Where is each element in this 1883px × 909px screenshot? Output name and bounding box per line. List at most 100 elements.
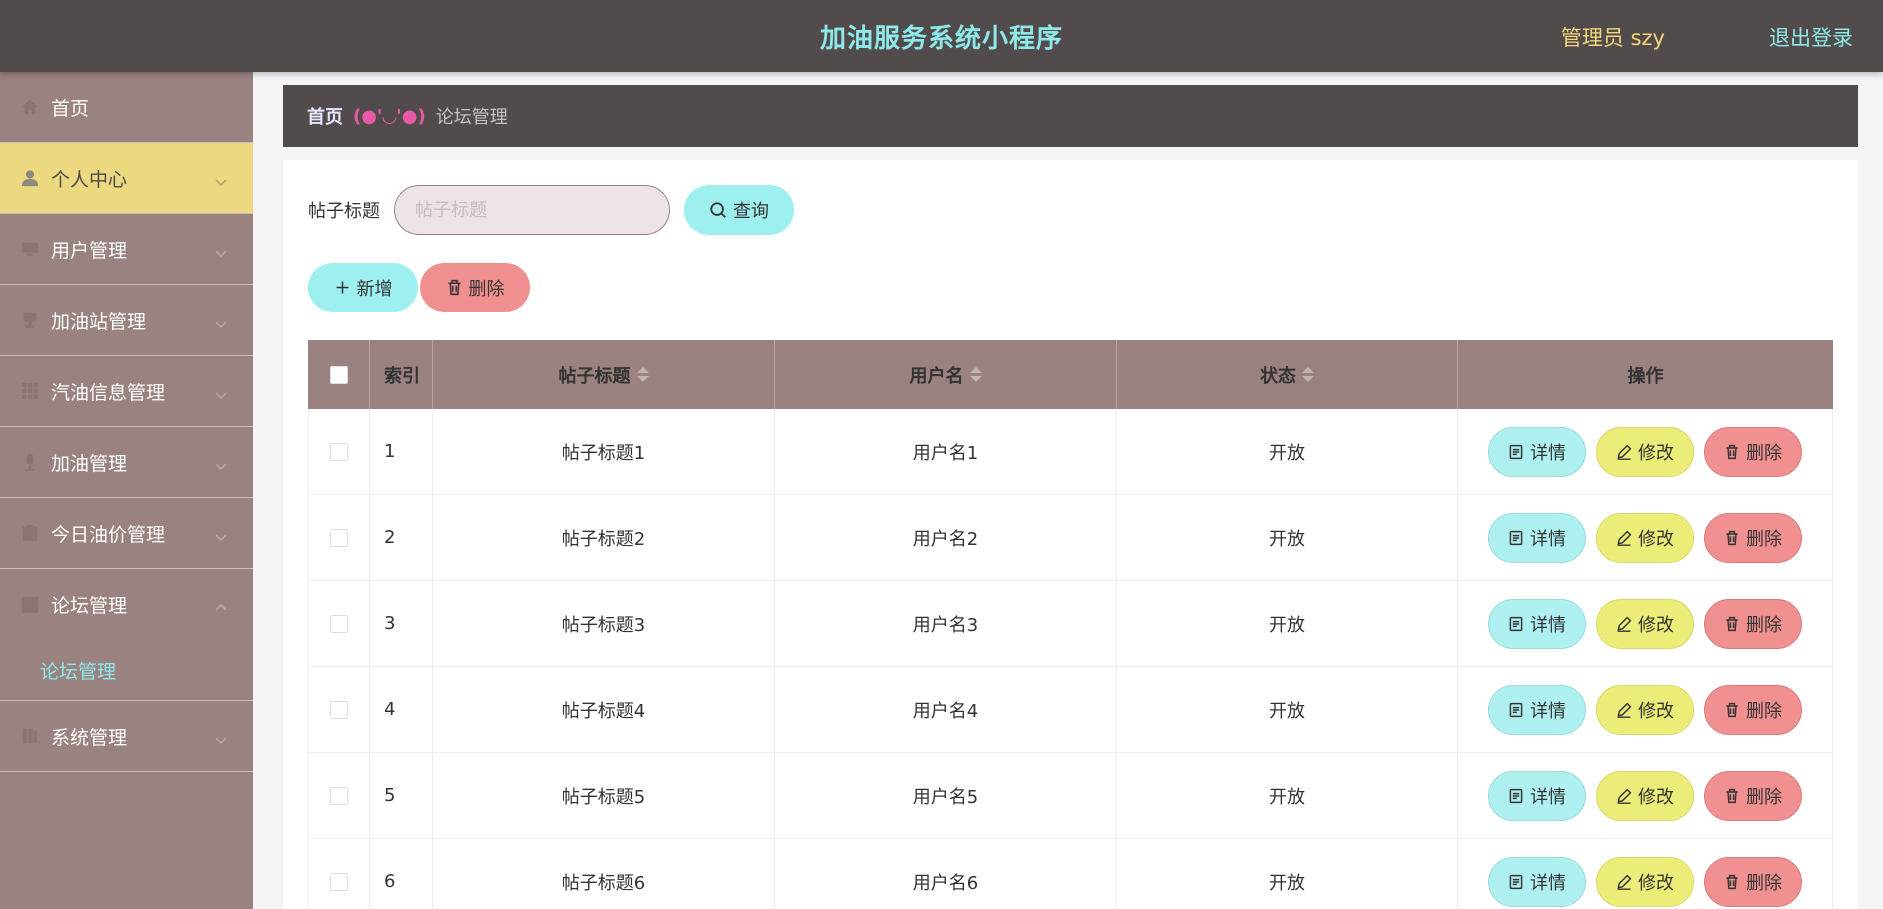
edit-button[interactable]: 修改: [1596, 856, 1694, 907]
delete-label: 删除: [1746, 872, 1782, 894]
detail-button[interactable]: 详情: [1488, 512, 1586, 563]
query-button[interactable]: 查询: [684, 185, 794, 235]
action-row: 新增 删除: [308, 263, 530, 312]
sidebar-item-personal-center[interactable]: 个人中心: [0, 143, 253, 214]
row-username: 用户名6: [775, 839, 1117, 909]
row-status: 开放: [1117, 409, 1458, 494]
search-input[interactable]: [394, 185, 670, 235]
delete-button[interactable]: 删除: [1704, 426, 1802, 477]
row-actions: 详情 修改 删除: [1458, 753, 1833, 838]
admin-username: 管理员 szy: [1560, 26, 1665, 50]
header-username[interactable]: 用户名: [775, 340, 1117, 409]
row-actions: 详情 修改 删除: [1458, 581, 1833, 666]
sidebar-subitem-forum[interactable]: 论坛管理: [0, 640, 253, 701]
add-button[interactable]: 新增: [308, 263, 418, 312]
trash-icon: [1726, 788, 1738, 803]
document-icon: [1509, 874, 1523, 889]
trophy-icon: [21, 311, 39, 329]
row-actions: 详情 修改 删除: [1458, 495, 1833, 580]
sort-icon[interactable]: [969, 367, 982, 382]
delete-button[interactable]: 删除: [1704, 856, 1802, 907]
logout-link[interactable]: 退出登录: [1769, 22, 1853, 52]
edit-button[interactable]: 修改: [1596, 684, 1694, 735]
edit-button[interactable]: 修改: [1596, 770, 1694, 821]
row-checkbox[interactable]: [330, 872, 348, 891]
sidebar-item-label: 系统管理: [51, 726, 128, 749]
book-icon: [21, 727, 39, 745]
home-icon: [21, 98, 39, 116]
content-panel: 帖子标题 查询 新增 删除 索引 帖子标题 用户名 状态 操作 1 帖子标题1: [283, 160, 1858, 909]
row-checkbox[interactable]: [330, 442, 348, 461]
row-status: 开放: [1117, 581, 1458, 666]
delete-button[interactable]: 删除: [1704, 598, 1802, 649]
row-actions: 详情 修改 删除: [1458, 667, 1833, 752]
row-checkbox[interactable]: [330, 700, 348, 719]
sidebar-item-label: 今日油价管理: [51, 523, 166, 546]
header-title[interactable]: 帖子标题: [433, 340, 775, 409]
sidebar-item-label: 首页: [51, 97, 90, 120]
row-title: 帖子标题5: [433, 753, 775, 838]
header-index: 索引: [370, 340, 433, 409]
trash-icon: [1726, 444, 1738, 459]
delete-button[interactable]: 删除: [1704, 684, 1802, 735]
edit-label: 修改: [1638, 872, 1674, 894]
row-checkbox-cell: [308, 753, 370, 838]
person-icon: [21, 169, 39, 187]
table-row: 4 帖子标题4 用户名4 开放 详情 修改 删除: [308, 667, 1833, 753]
chevron-down-icon: [215, 526, 227, 542]
breadcrumb-home[interactable]: 首页: [307, 103, 343, 129]
row-checkbox[interactable]: [330, 786, 348, 805]
edit-button[interactable]: 修改: [1596, 426, 1694, 477]
sort-icon[interactable]: [636, 367, 649, 382]
detail-button[interactable]: 详情: [1488, 684, 1586, 735]
chevron-down-icon: [215, 171, 227, 187]
sidebar-item-gasoline-info[interactable]: 汽油信息管理: [0, 356, 253, 427]
row-index: 3: [370, 581, 433, 666]
sidebar-item-label: 加油站管理: [51, 310, 147, 333]
detail-button[interactable]: 详情: [1488, 426, 1586, 477]
batch-delete-button[interactable]: 删除: [420, 263, 530, 312]
sidebar-item-home[interactable]: 首页: [0, 72, 253, 143]
detail-button[interactable]: 详情: [1488, 770, 1586, 821]
sidebar-item-system[interactable]: 系统管理: [0, 701, 253, 772]
row-checkbox-cell: [308, 409, 370, 494]
sidebar-item-user-management[interactable]: 用户管理: [0, 214, 253, 285]
sidebar-item-forum[interactable]: 论坛管理: [0, 569, 253, 640]
document-icon: [1509, 530, 1523, 545]
detail-label: 详情: [1530, 700, 1566, 722]
sidebar-item-refuel-management[interactable]: 加油管理: [0, 427, 253, 498]
document-icon: [1509, 788, 1523, 803]
row-status: 开放: [1117, 753, 1458, 838]
delete-label: 删除: [1746, 700, 1782, 722]
header-title-label: 帖子标题: [558, 365, 631, 387]
row-index: 4: [370, 667, 433, 752]
row-index: 6: [370, 839, 433, 909]
header-actions: 操作: [1627, 365, 1664, 387]
detail-button[interactable]: 详情: [1488, 856, 1586, 907]
row-status: 开放: [1117, 495, 1458, 580]
row-index: 2: [370, 495, 433, 580]
edit-button[interactable]: 修改: [1596, 598, 1694, 649]
sidebar-item-oil-price[interactable]: 今日油价管理: [0, 498, 253, 569]
chevron-down-icon: [215, 242, 227, 258]
document-icon: [1509, 616, 1523, 631]
edit-button[interactable]: 修改: [1596, 512, 1694, 563]
delete-label: 删除: [1746, 786, 1782, 808]
row-checkbox[interactable]: [330, 614, 348, 633]
row-username: 用户名1: [775, 409, 1117, 494]
header-checkbox-cell: [308, 340, 370, 409]
sort-icon[interactable]: [1302, 367, 1314, 382]
sidebar-item-label: 汽油信息管理: [51, 381, 166, 404]
delete-button[interactable]: 删除: [1704, 512, 1802, 563]
header-status[interactable]: 状态: [1117, 340, 1458, 409]
select-all-checkbox[interactable]: [329, 365, 348, 384]
row-index: 1: [370, 409, 433, 494]
delete-button[interactable]: 删除: [1704, 770, 1802, 821]
detail-button[interactable]: 详情: [1488, 598, 1586, 649]
row-username: 用户名4: [775, 667, 1117, 752]
row-checkbox-cell: [308, 839, 370, 909]
edit-label: 修改: [1638, 786, 1674, 808]
chevron-down-icon: [215, 384, 227, 400]
row-checkbox[interactable]: [330, 528, 348, 547]
sidebar-item-gas-station[interactable]: 加油站管理: [0, 285, 253, 356]
